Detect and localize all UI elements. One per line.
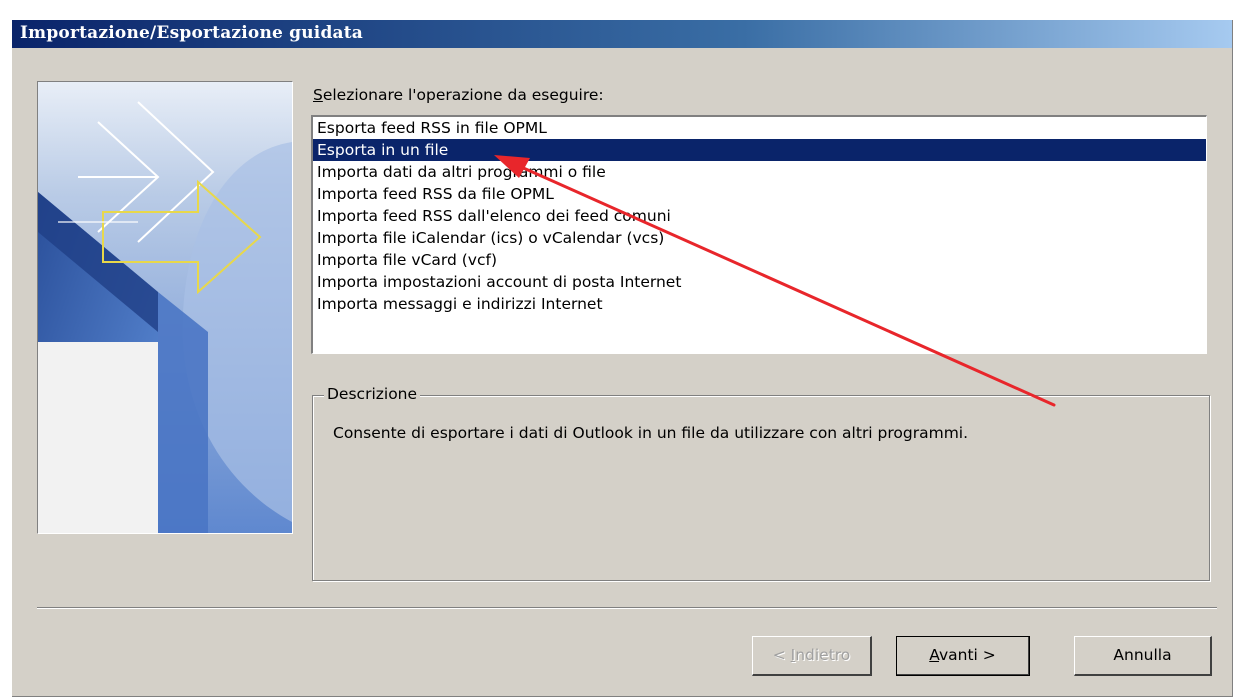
back-button[interactable]: < Indietro [752, 636, 872, 676]
listbox-item[interactable]: Esporta in un file [313, 139, 1206, 161]
listbox-item[interactable]: Esporta feed RSS in file OPML [313, 117, 1206, 139]
operation-listbox[interactable]: Esporta feed RSS in file OPML Esporta in … [311, 115, 1207, 354]
listbox-item[interactable]: Importa feed RSS da file OPML [313, 183, 1206, 205]
back-prefix: < [772, 646, 791, 664]
title-bar[interactable]: Importazione/Esportazione guidata [12, 20, 1232, 48]
prompt-mnemonic: S [313, 86, 323, 104]
window-title: Importazione/Esportazione guidata [20, 23, 364, 43]
listbox-item[interactable]: Importa file vCard (vcf) [313, 249, 1206, 271]
listbox-item[interactable]: Importa messaggi e indirizzi Internet [313, 293, 1206, 315]
description-groupbox: Descrizione Consente di esportare i dati… [312, 385, 1210, 581]
next-button[interactable]: Avanti > [896, 636, 1030, 676]
button-separator [37, 607, 1217, 609]
next-label: vanti > [938, 646, 996, 664]
prompt-label-text: elezionare l'operazione da eseguire: [322, 86, 604, 104]
import-export-wizard-dialog: Importazione/Esportazione guidata Selezi… [12, 20, 1233, 697]
description-legend: Descrizione [324, 385, 421, 403]
cancel-button[interactable]: Annulla [1074, 636, 1212, 676]
wizard-illustration-image [37, 81, 293, 534]
listbox-item[interactable]: Importa feed RSS dall'elenco dei feed co… [313, 205, 1206, 227]
back-label: ndietro [795, 646, 851, 664]
listbox-item[interactable]: Importa dati da altri programmi o file [313, 161, 1206, 183]
operation-prompt-label: Selezionare l'operazione da eseguire: [313, 86, 604, 104]
listbox-item[interactable]: Importa file iCalendar (ics) o vCalendar… [313, 227, 1206, 249]
listbox-item[interactable]: Importa impostazioni account di posta In… [313, 271, 1206, 293]
next-mnemonic: A [929, 646, 939, 664]
description-text: Consente di esportare i dati di Outlook … [333, 424, 969, 442]
